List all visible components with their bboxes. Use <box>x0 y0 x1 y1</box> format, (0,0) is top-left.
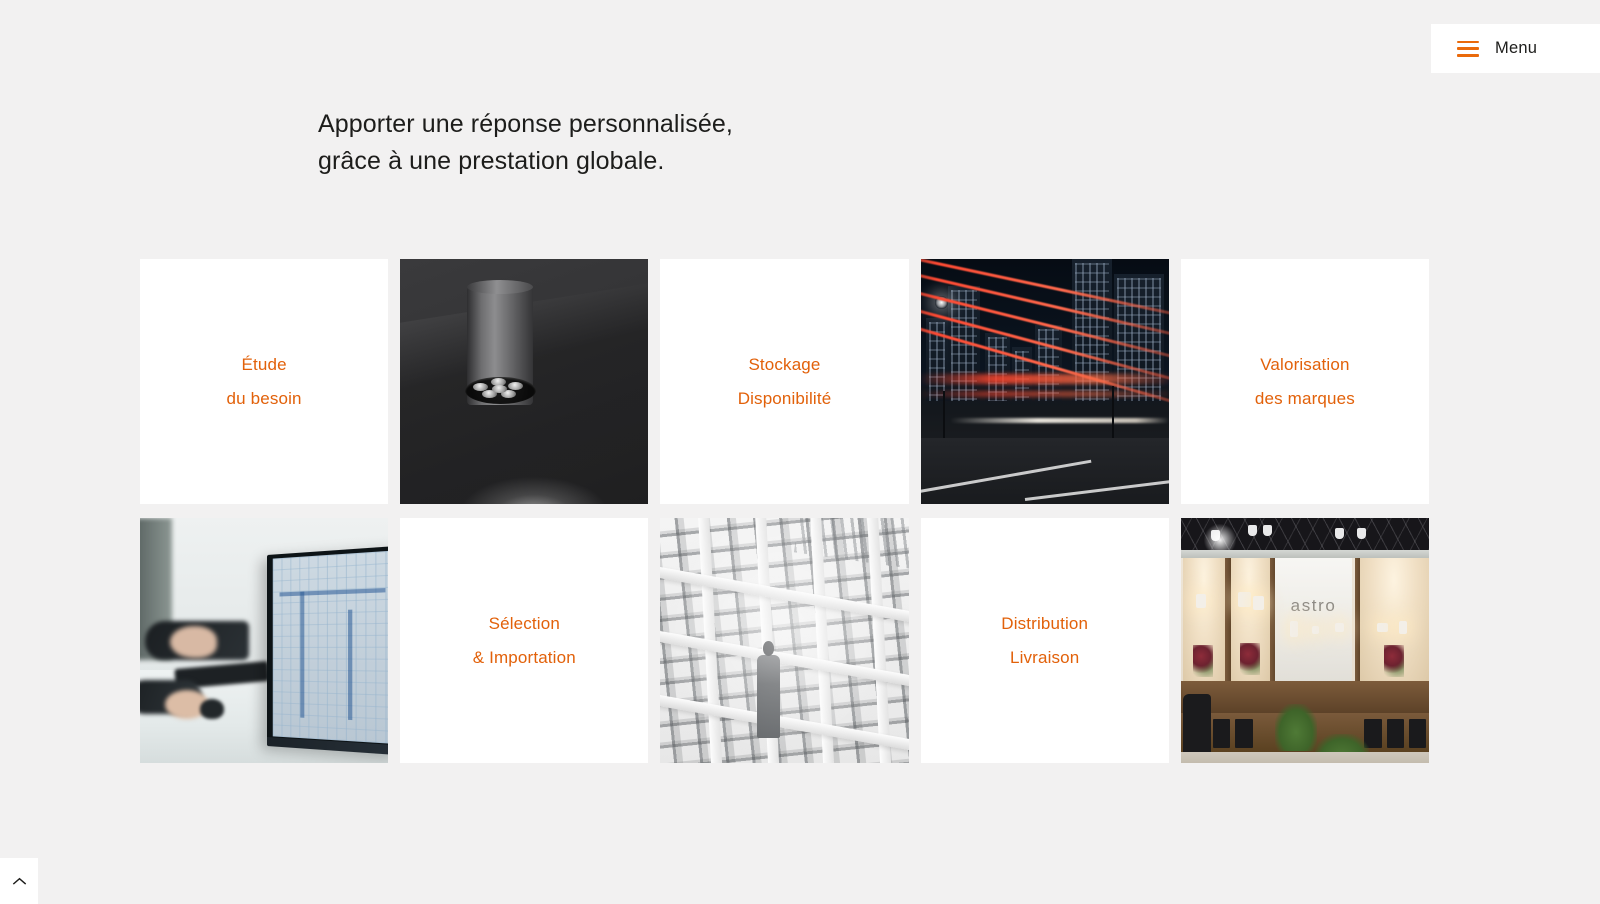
track-spotlight <box>1334 527 1344 539</box>
road-marking <box>1024 479 1169 502</box>
downlight-image <box>400 259 649 504</box>
service-label-line1: Étude <box>241 355 287 374</box>
service-label-line2: Disponibilité <box>737 389 832 408</box>
person-hand <box>169 625 217 658</box>
service-tile-valorisation-des-marques[interactable]: Valorisation des marques <box>1180 259 1429 504</box>
led-cell <box>491 384 507 393</box>
wall-light <box>1252 596 1264 611</box>
road <box>920 437 1169 504</box>
brand-panel: astro <box>1275 558 1353 681</box>
flower-vase <box>1240 642 1261 675</box>
cad-beam <box>347 609 352 720</box>
warehouse-racking-photo <box>660 518 909 763</box>
wall-light <box>1376 623 1388 633</box>
astro-brand-label: astro <box>1290 595 1337 615</box>
design-desk-photo <box>140 518 389 763</box>
desk-image <box>140 518 389 763</box>
wall-light <box>1237 591 1251 607</box>
wood-divider <box>1225 558 1231 681</box>
service-tile-distribution-livraison[interactable]: Distribution Livraison <box>920 518 1169 763</box>
storage-crate <box>1409 718 1427 749</box>
wood-divider <box>1354 558 1360 681</box>
page-title: Apporter une réponse personnalisée, grâc… <box>318 110 733 175</box>
light-streak <box>920 391 1169 398</box>
cad-drawing <box>272 549 389 745</box>
track-spotlight <box>1262 525 1272 537</box>
road-marking <box>920 459 1092 495</box>
service-label-line2: des marques <box>1254 389 1355 408</box>
service-label-line2: & Importation <box>472 648 576 667</box>
service-tile-etude-du-besoin[interactable]: Étude du besoin <box>140 259 389 504</box>
track-spotlight <box>1247 525 1257 537</box>
wall-light <box>1312 625 1320 634</box>
potted-plant <box>1275 704 1318 751</box>
warehouse-light-glow <box>660 518 909 763</box>
hamburger-icon <box>1457 40 1479 57</box>
city-image <box>920 259 1169 504</box>
wall-light <box>1334 623 1344 633</box>
track-spotlight <box>1357 527 1366 539</box>
light-streak <box>920 374 1169 385</box>
computer-mouse <box>199 699 225 719</box>
service-label-line2: Livraison <box>1010 648 1080 667</box>
night-city-traffic-photo <box>920 259 1169 504</box>
service-label-line1: Sélection <box>488 614 560 633</box>
wall-light <box>1195 593 1206 608</box>
flower-vase <box>1193 645 1214 678</box>
monitor-screen <box>266 545 389 756</box>
menu-button[interactable]: Menu <box>1431 24 1600 73</box>
chevron-up-icon <box>12 877 26 885</box>
storage-crate <box>1235 718 1253 749</box>
service-label-line2: du besoin <box>226 389 302 408</box>
menu-label: Menu <box>1495 39 1538 57</box>
booth-fascia <box>1180 549 1429 559</box>
service-tile-stockage-disponibilite[interactable]: Stockage Disponibilité <box>660 259 909 504</box>
scroll-to-top-button[interactable] <box>0 858 38 904</box>
services-grid: Étude du besoin Stockage Disponibilité V… <box>140 259 1429 763</box>
service-label-line1: Stockage <box>748 355 821 374</box>
warehouse-image <box>660 518 909 763</box>
showroom-floor <box>1180 751 1429 763</box>
service-label-line1: Valorisation <box>1260 355 1350 374</box>
flower-vase <box>1384 645 1405 678</box>
cad-beam <box>299 591 304 718</box>
ceiling-downlight-photo <box>400 259 649 504</box>
white-light-streak <box>950 418 1169 424</box>
service-tile-selection-importation[interactable]: Sélection & Importation <box>400 518 649 763</box>
showroom-image: astro <box>1180 518 1429 763</box>
wall-light <box>1289 620 1298 637</box>
storage-crate <box>1386 718 1405 749</box>
astro-showroom-photo: astro <box>1180 518 1429 763</box>
wall-light <box>1399 620 1408 634</box>
service-label-line1: Distribution <box>1001 614 1089 633</box>
storage-crate <box>1213 718 1231 749</box>
